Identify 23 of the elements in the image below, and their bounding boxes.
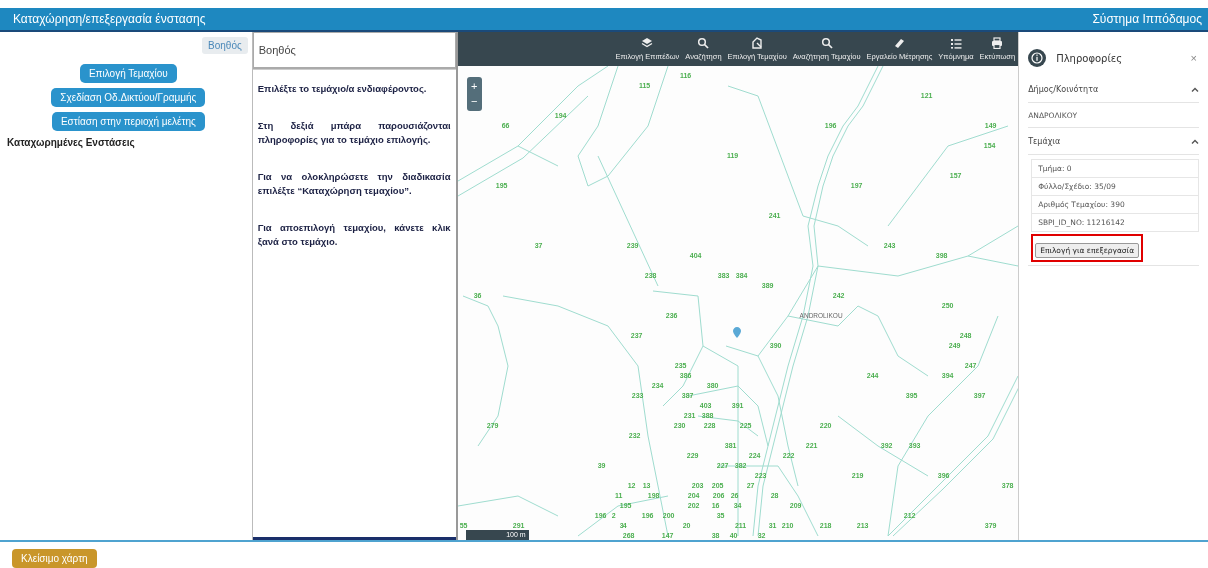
print-icon <box>991 37 1004 49</box>
help-paragraph: Για αποεπιλογή τεμαχίου, κάνετε κλικ ξανά στο τεμάχιο. <box>257 221 451 249</box>
zoom-in-button[interactable]: + <box>466 79 482 94</box>
parcel-icon <box>751 37 764 49</box>
search-icon <box>820 37 833 49</box>
ruler-icon <box>893 37 906 49</box>
page-title: Καταχώρηση/επεξεργασία ένστασης <box>13 12 206 26</box>
search-icon <box>697 37 710 49</box>
help-title: Βοηθός <box>252 32 456 69</box>
help-paragraph: Επιλέξτε το τεμάχιο/α ενδιαφέροντος. <box>257 82 428 96</box>
system-name: Σύστημα Ιππόδαμος <box>1092 12 1202 26</box>
location-pin-icon <box>732 327 741 338</box>
section-header[interactable]: Τεμάχια <box>1028 128 1199 155</box>
list-icon <box>949 37 962 49</box>
info-title: Πληροφορίες <box>1056 52 1124 64</box>
layers-icon <box>641 37 654 49</box>
help-paragraph: Στη δεξιά μπάρα παρουσιάζονται πληροφορίες για το τεμάχιο επιλογής. <box>257 119 451 147</box>
info-icon <box>1028 49 1047 67</box>
section-title: Καταχωρημένες Ενστάσεις <box>6 136 136 148</box>
close-button[interactable]: × <box>1188 52 1199 64</box>
help-paragraph: Για να ολοκληρώσετε την διαδικασία επιλέξτε “Καταχώρηση τεμαχίου”. <box>257 170 451 198</box>
section-header[interactable]: Δήμος/Κοινότητα <box>1028 76 1199 103</box>
zoom-out-button[interactable]: − <box>466 94 482 109</box>
